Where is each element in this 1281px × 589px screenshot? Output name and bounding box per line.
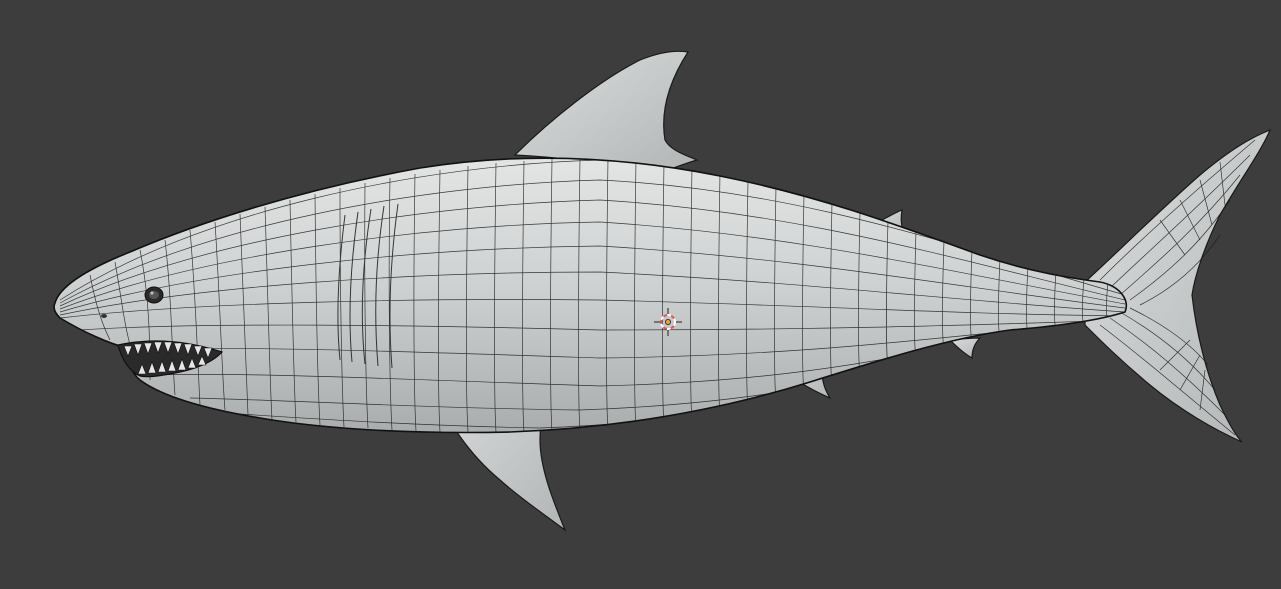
dorsal-fin[interactable] — [513, 50, 699, 173]
3d-viewport[interactable] — [0, 0, 1281, 589]
shark-body[interactable] — [53, 157, 1128, 434]
nostril — [101, 314, 107, 318]
object-origin-icon — [665, 318, 672, 325]
viewport-canvas[interactable] — [0, 0, 1281, 589]
eye — [144, 286, 164, 304]
